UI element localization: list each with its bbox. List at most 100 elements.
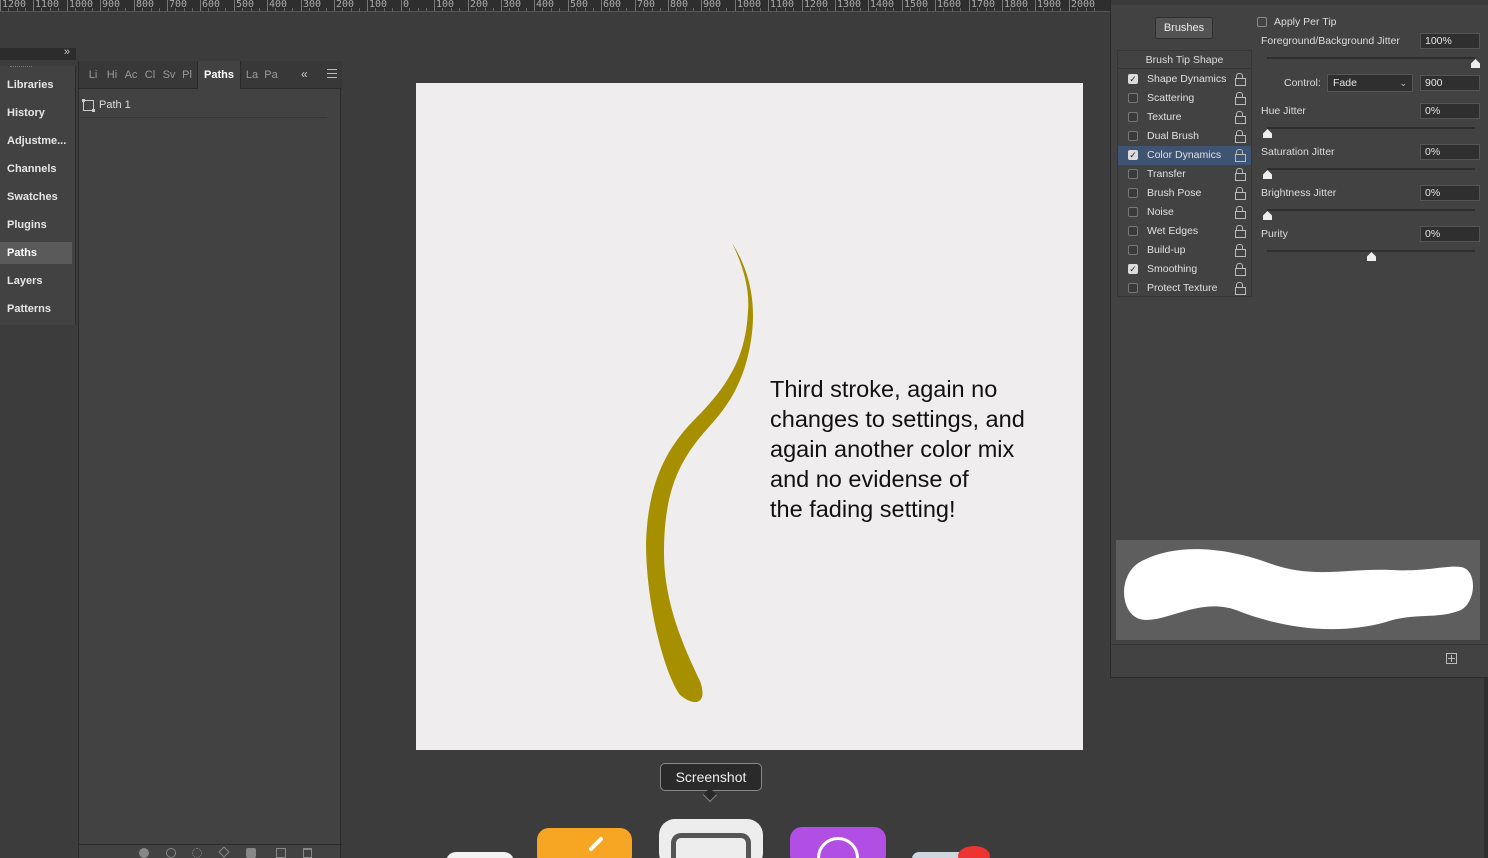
ruler-minor-tick [810,8,811,11]
lock-icon[interactable] [1235,206,1246,219]
lock-icon[interactable] [1235,244,1246,257]
brush-option-shape-dynamics[interactable]: ✓ Shape Dynamics [1118,70,1251,89]
brush-option-brush-pose[interactable]: Brush Pose [1118,184,1251,203]
panel-menu-icon[interactable] [327,69,337,78]
collapse-panel-icon[interactable]: « [301,67,308,81]
lock-icon[interactable] [1235,187,1246,200]
brush-tip-shape-item[interactable]: Brush Tip Shape [1118,51,1251,69]
ruler-tick [234,0,235,11]
tab-paths[interactable]: Paths [197,61,241,89]
wet-edges-checkbox[interactable] [1128,226,1138,236]
dock-item-adjustments[interactable]: Adjustme... [0,130,72,152]
tab-layers[interactable]: La [244,61,260,89]
brush-option-noise[interactable]: Noise [1118,203,1251,222]
brightness-jitter-value[interactable]: 0% [1420,185,1480,201]
lock-icon[interactable] [1235,168,1246,181]
noise-checkbox[interactable] [1128,207,1138,217]
dock-item-plugins[interactable]: Plugins [0,214,72,236]
dock-item-swatches[interactable]: Swatches [0,186,72,208]
purity-slider-knob[interactable] [1367,252,1376,261]
brush-option-wet-edges[interactable]: Wet Edges [1118,222,1251,241]
dock-item-libraries[interactable]: Libraries [0,74,72,96]
dock-item-channels[interactable]: Channels [0,158,72,180]
ruler-tick [267,0,268,11]
apply-per-tip-checkbox[interactable] [1257,17,1267,27]
purity-value[interactable]: 0% [1420,226,1480,242]
new-path-icon[interactable] [276,848,286,858]
brush-option-texture[interactable]: Texture [1118,108,1251,127]
brush-option-protect-texture[interactable]: Protect Texture [1118,279,1251,298]
make-work-path-icon[interactable] [218,846,230,858]
stroke-path-icon[interactable] [166,848,176,858]
brushes-button[interactable]: Brushes [1155,17,1213,39]
brush-option-build-up[interactable]: Build-up [1118,241,1251,260]
tab-history[interactable]: Hi [104,61,120,89]
brush-option-smoothing[interactable]: ✓ Smoothing [1118,260,1251,279]
fill-path-icon[interactable] [139,848,149,858]
brush-option-color-dynamics[interactable]: ✓ Color Dynamics [1118,146,1251,165]
tab-swatches[interactable]: Sv [161,61,177,89]
color-dynamics-checkbox[interactable]: ✓ [1128,150,1138,160]
smoothing-checkbox[interactable]: ✓ [1128,264,1138,274]
tab-plugins[interactable]: Pl [179,61,195,89]
purity-slider[interactable] [1267,250,1475,252]
protect-texture-checkbox[interactable] [1128,283,1138,293]
new-brush-icon[interactable] [1446,653,1457,664]
lock-icon[interactable] [1235,130,1246,143]
brush-pose-checkbox[interactable] [1128,188,1138,198]
hue-jitter-value[interactable]: 0% [1420,103,1480,119]
path-list-item[interactable]: Path 1 [79,94,327,118]
lock-icon[interactable] [1235,149,1246,162]
right-scroll-strip[interactable] [1484,678,1488,858]
fg-bg-jitter-slider-knob[interactable] [1471,59,1480,68]
dock-item-history[interactable]: History [0,102,72,124]
tab-channels[interactable]: Cl [142,61,158,89]
lock-icon[interactable] [1235,111,1246,124]
load-as-selection-icon[interactable] [192,848,202,858]
brightness-jitter-slider[interactable] [1267,209,1475,211]
lock-icon[interactable] [1235,225,1246,238]
saturation-jitter-slider[interactable] [1267,168,1475,170]
screenshot-app-icon[interactable] [659,819,763,858]
fg-bg-jitter-value[interactable]: 100% [1420,33,1480,49]
brightness-jitter-slider-knob[interactable] [1263,211,1272,220]
add-mask-icon[interactable] [246,848,256,858]
tab-adjustments[interactable]: Aс [123,61,139,89]
transfer-checkbox[interactable] [1128,169,1138,179]
lock-icon[interactable] [1235,73,1246,86]
saturation-jitter-slider-knob[interactable] [1263,170,1272,179]
hue-jitter-slider-knob[interactable] [1263,129,1272,138]
brush-option-scattering[interactable]: Scattering [1118,89,1251,108]
lock-icon[interactable] [1235,282,1246,295]
dock-grip[interactable] [10,66,32,70]
dual-brush-checkbox[interactable] [1128,131,1138,141]
shape-dynamics-checkbox[interactable]: ✓ [1128,74,1138,84]
podcasts-app-icon[interactable] [790,827,886,858]
expand-panels-icon[interactable]: » [64,46,70,58]
dock-app-icon[interactable] [446,852,514,858]
lock-icon[interactable] [1235,92,1246,105]
brush-option-transfer[interactable]: Transfer [1118,165,1251,184]
tab-patterns[interactable]: Pa [263,61,279,89]
saturation-jitter-value[interactable]: 0% [1420,144,1480,160]
scattering-checkbox[interactable] [1128,93,1138,103]
delete-path-icon[interactable] [303,848,312,858]
tab-libraries[interactable]: Li [85,61,101,89]
fade-steps-input[interactable]: 900 [1420,75,1480,91]
document-canvas[interactable]: Third stroke, again no changes to settin… [416,83,1083,750]
dock-collapse-bar[interactable]: » [0,46,76,60]
horizontal-ruler[interactable]: 1200 1100 1000 900 800 700 600 500 400 300 200 100 0… [0,0,1110,12]
texture-checkbox[interactable] [1128,112,1138,122]
dock-item-layers[interactable]: Layers [0,270,72,292]
dock-item-paths[interactable]: Paths [0,242,72,264]
dock-app-icon[interactable] [537,828,632,858]
control-select[interactable]: Fade ⌄ [1327,74,1413,92]
build-up-checkbox[interactable] [1128,245,1138,255]
texture-label: Texture [1147,111,1182,123]
brush-option-dual-brush[interactable]: Dual Brush [1118,127,1251,146]
dock-item-patterns[interactable]: Patterns [0,298,72,320]
ruler-minor-tick [1094,8,1095,11]
hue-jitter-slider[interactable] [1267,127,1475,129]
fg-bg-jitter-slider[interactable] [1267,57,1475,59]
lock-icon[interactable] [1235,263,1246,276]
